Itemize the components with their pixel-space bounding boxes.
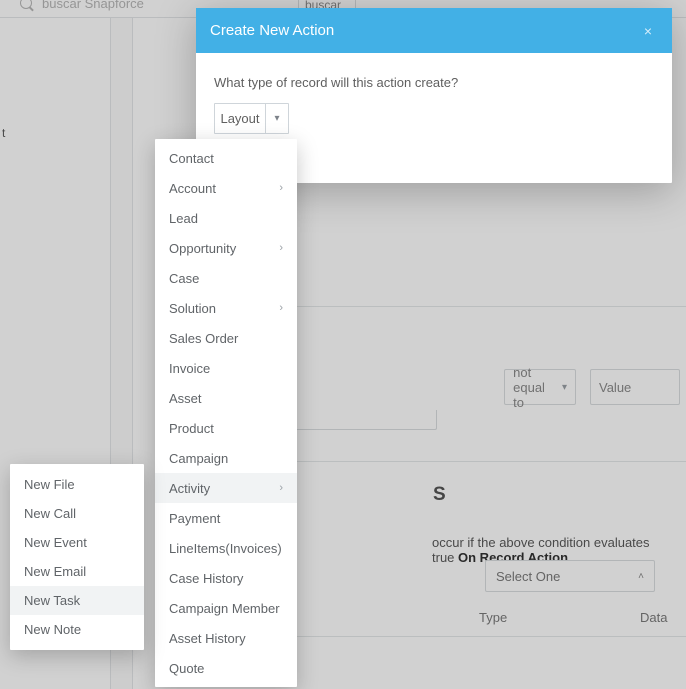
activity-submenu[interactable]: New File New Call New Event New Email New Ta…	[10, 464, 144, 650]
record-type-item[interactable]: Payment	[155, 503, 297, 533]
menu-item-label: Account	[169, 181, 216, 196]
menu-item-label: Contact	[169, 151, 214, 166]
menu-item-label: New Note	[24, 622, 81, 637]
activity-item[interactable]: New Event	[10, 528, 144, 557]
record-type-item[interactable]: Sales Order	[155, 323, 297, 353]
menu-item-label: Quote	[169, 661, 204, 676]
menu-item-label: New Email	[24, 564, 86, 579]
layout-picker[interactable]: Layout ▾	[214, 103, 289, 134]
menu-item-label: New Call	[24, 506, 76, 521]
modal-title: Create New Action	[210, 22, 334, 39]
layout-button-label[interactable]: Layout	[215, 104, 266, 133]
record-type-item[interactable]: Invoice	[155, 353, 297, 383]
modal-header: Create New Action ×	[196, 8, 672, 53]
record-type-item[interactable]: Asset History	[155, 623, 297, 653]
menu-item-label: Campaign Member	[169, 601, 280, 616]
modal-question: What type of record will this action cre…	[214, 75, 654, 90]
record-type-item[interactable]: Case History	[155, 563, 297, 593]
menu-item-label: New File	[24, 477, 75, 492]
menu-item-label: Payment	[169, 511, 220, 526]
record-type-item[interactable]: Activity ›	[155, 473, 297, 503]
record-type-item[interactable]: Campaign Member	[155, 593, 297, 623]
record-type-item[interactable]: Opportunity ›	[155, 233, 297, 263]
record-type-item[interactable]: Campaign	[155, 443, 297, 473]
record-type-item[interactable]: Case	[155, 263, 297, 293]
menu-item-label: Solution	[169, 301, 216, 316]
menu-item-label: Case	[169, 271, 199, 286]
chevron-right-icon: ›	[279, 182, 283, 194]
menu-item-label: Lead	[169, 211, 198, 226]
activity-item[interactable]: New Email	[10, 557, 144, 586]
menu-item-label: New Task	[24, 593, 80, 608]
menu-item-label: New Event	[24, 535, 87, 550]
menu-item-label: Product	[169, 421, 214, 436]
menu-item-label: Invoice	[169, 361, 210, 376]
record-type-item[interactable]: LineItems(Invoices)	[155, 533, 297, 563]
menu-item-label: Opportunity	[169, 241, 236, 256]
menu-item-label: Case History	[169, 571, 243, 586]
menu-item-label: Asset	[169, 391, 202, 406]
close-icon[interactable]: ×	[638, 23, 658, 39]
chevron-right-icon: ›	[279, 242, 283, 254]
record-type-item[interactable]: Product	[155, 413, 297, 443]
record-type-item[interactable]: Lead	[155, 203, 297, 233]
activity-item[interactable]: New File	[10, 470, 144, 499]
record-type-item[interactable]: Asset	[155, 383, 297, 413]
modal-body: What type of record will this action cre…	[196, 53, 672, 152]
chevron-right-icon: ›	[279, 482, 283, 494]
chevron-down-icon[interactable]: ▾	[266, 104, 288, 133]
menu-item-label: LineItems(Invoices)	[169, 541, 282, 556]
record-type-item[interactable]: Quote	[155, 653, 297, 683]
activity-item[interactable]: New Call	[10, 499, 144, 528]
record-type-item[interactable]: Solution ›	[155, 293, 297, 323]
menu-item-label: Activity	[169, 481, 210, 496]
record-type-menu[interactable]: Contact Account › Lead Opportunity › Case Solut…	[155, 139, 297, 687]
chevron-right-icon: ›	[279, 302, 283, 314]
record-type-item[interactable]: Account ›	[155, 173, 297, 203]
record-type-item[interactable]: Contact	[155, 143, 297, 173]
menu-item-label: Campaign	[169, 451, 228, 466]
menu-item-label: Sales Order	[169, 331, 238, 346]
activity-item[interactable]: New Note	[10, 615, 144, 644]
activity-item[interactable]: New Task	[10, 586, 144, 615]
menu-item-label: Asset History	[169, 631, 246, 646]
